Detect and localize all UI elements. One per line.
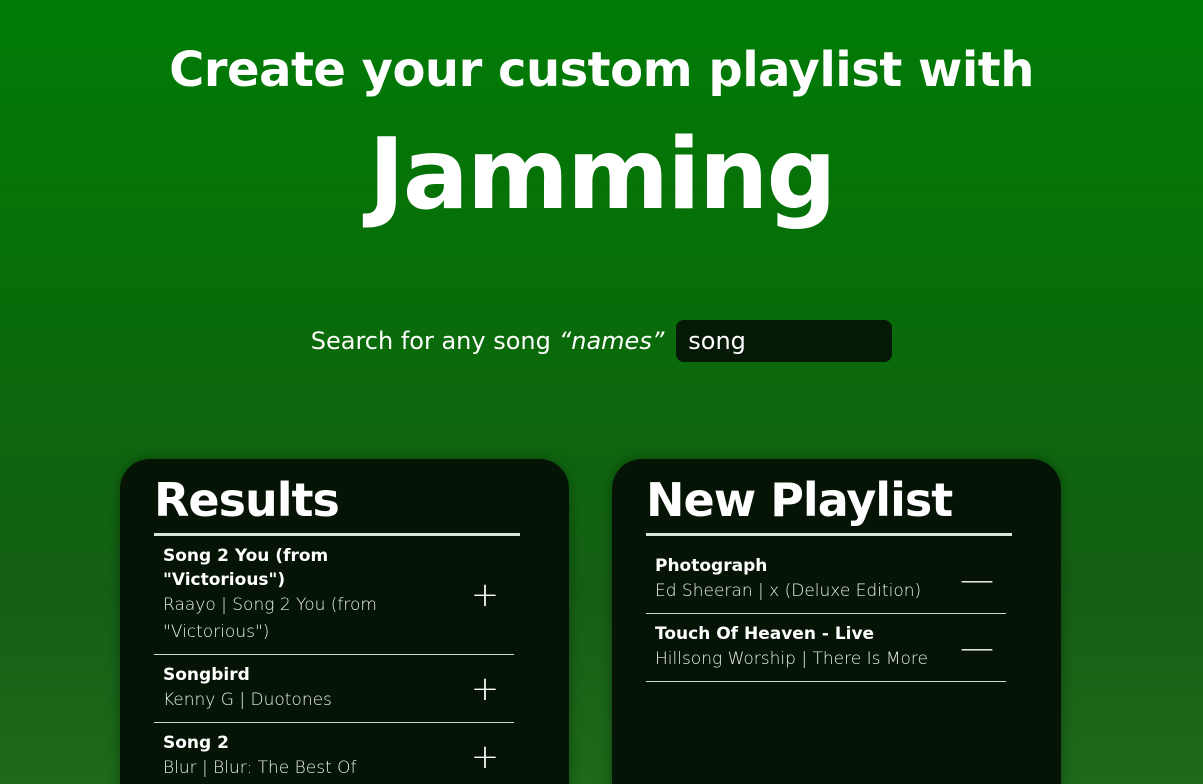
- track-name: Song 2: [163, 733, 229, 753]
- add-track-button[interactable]: +: [465, 575, 505, 615]
- track-meta: Raayo | Song 2 You (from "Victorious"): [163, 595, 377, 642]
- track-meta: Hillsong Worship | There Is More: [655, 649, 928, 669]
- add-track-button[interactable]: +: [465, 669, 505, 709]
- track-row: Photograph Ed Sheeran | x (Deluxe Editio…: [646, 546, 1006, 614]
- remove-track-button[interactable]: —: [957, 560, 997, 600]
- search-bar: Search for any song “names”: [0, 320, 1203, 362]
- track-name: Photograph: [655, 556, 768, 576]
- track-name: Song 2 You (from "Victorious"): [163, 546, 329, 590]
- track-info: Song 2 Blur | Blur: The Best Of: [163, 731, 453, 782]
- track-name: Touch Of Heaven - Live: [655, 624, 875, 644]
- search-label-emphasis: “names”: [558, 327, 665, 355]
- results-panel: Results Song 2 You (from "Victorious") R…: [120, 459, 569, 784]
- app-title: Jamming: [368, 118, 836, 232]
- search-input[interactable]: [676, 320, 893, 362]
- playlist-panel: New Playlist Photograph Ed Sheeran | x (…: [612, 459, 1061, 784]
- playlist-title: New Playlist: [646, 473, 1012, 536]
- track-row: Song 2 You (from "Victorious") Raayo | S…: [154, 536, 514, 655]
- page-subtitle: Create your custom playlist with: [169, 42, 1034, 98]
- track-info: Touch Of Heaven - Live Hillsong Worship …: [655, 622, 945, 673]
- track-meta: Blur | Blur: The Best Of: [163, 758, 357, 778]
- track-row: Songbird Kenny G | Duotones +: [154, 655, 514, 723]
- track-info: Song 2 You (from "Victorious") Raayo | S…: [163, 544, 453, 646]
- playlist-track-list: Photograph Ed Sheeran | x (Deluxe Editio…: [646, 546, 1006, 682]
- add-track-button[interactable]: +: [465, 737, 505, 777]
- search-label: Search for any song “names”: [311, 327, 665, 355]
- track-meta: Kenny G | Duotones: [163, 690, 332, 710]
- results-track-list: Song 2 You (from "Victorious") Raayo | S…: [154, 536, 514, 784]
- track-meta: Ed Sheeran | x (Deluxe Edition): [655, 581, 922, 601]
- search-label-text: Search for any song: [310, 327, 551, 355]
- track-info: Songbird Kenny G | Duotones: [163, 663, 453, 714]
- track-row: Song 2 Blur | Blur: The Best Of +: [154, 723, 514, 784]
- track-row: Touch Of Heaven - Live Hillsong Worship …: [646, 614, 1006, 682]
- results-title: Results: [154, 473, 520, 536]
- track-info: Photograph Ed Sheeran | x (Deluxe Editio…: [655, 554, 945, 605]
- track-name: Songbird: [163, 665, 250, 685]
- remove-track-button[interactable]: —: [957, 628, 997, 668]
